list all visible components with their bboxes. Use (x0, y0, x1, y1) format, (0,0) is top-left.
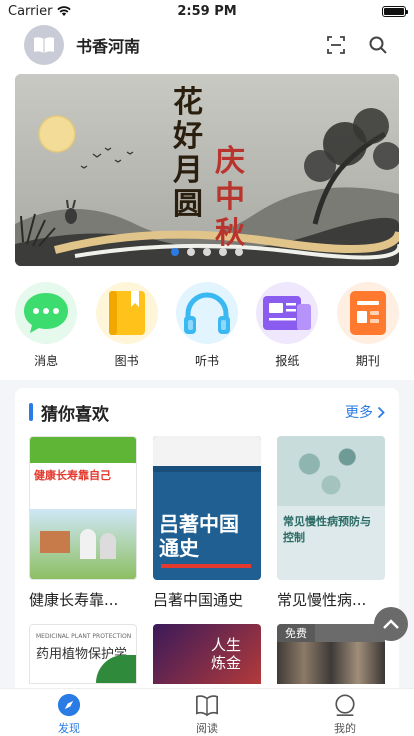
book-cover: 常见慢性病预防与控制 (277, 436, 385, 580)
category-audiobooks[interactable]: 听书 (172, 280, 242, 380)
book-title: 常见慢性病... (277, 591, 367, 609)
app-title: 书香河南 (76, 37, 141, 56)
book-cover-text: 常见慢性病预防与控制 (283, 515, 371, 544)
book-title: 吕著中国通史 (153, 591, 244, 609)
tab-label-mine: 我的 (334, 722, 356, 735)
recommend-header: 猜你喜欢 更多 (15, 388, 399, 436)
newspaper-icon (256, 282, 319, 344)
banner-dot[interactable] (203, 248, 211, 256)
status-bar: Carrier 2:59 PM (0, 0, 414, 22)
book-cover: 健康长寿靠自己 (29, 436, 137, 580)
book-card[interactable]: 吕著中国通史 吕著中国通史 (153, 436, 261, 610)
category-label-journals: 期刊 (355, 354, 380, 368)
book-cover-text: 健康长寿靠自己 (34, 469, 111, 482)
library-book-icon (34, 37, 54, 53)
banner-carousel[interactable]: 花好月圆 庆中秋 (15, 74, 399, 266)
category-journals[interactable]: 期刊 (333, 280, 403, 380)
book-card[interactable]: 常见慢性病预防与控制 常见慢性病... (277, 436, 385, 610)
category-row: 消息 图书 听书 报纸 期刊 (0, 280, 414, 380)
search-icon[interactable] (366, 33, 390, 57)
free-badge: 免费 (277, 624, 315, 642)
book-row-2: MEDICINAL PLANT PROTECTION 药用植物保护学 人生炼金 … (15, 624, 399, 684)
book-card[interactable]: MEDICINAL PLANT PROTECTION 药用植物保护学 (29, 624, 137, 684)
more-link[interactable]: 更多 (345, 402, 385, 422)
open-book-icon (196, 695, 218, 717)
battery-icon (381, 5, 408, 17)
profile-icon (335, 694, 355, 716)
headphones-icon (175, 282, 238, 344)
tab-reading[interactable]: 阅读 (162, 689, 252, 736)
chevron-up-icon (383, 619, 399, 629)
recommend-title: 猜你喜欢 (41, 404, 109, 425)
tab-label-reading: 阅读 (196, 722, 218, 735)
section-accent-bar (29, 403, 33, 421)
tab-bar: 发现 阅读 我的 (0, 688, 414, 736)
book-cover-text: 人生炼金 (211, 636, 242, 672)
compass-icon (57, 693, 81, 717)
category-newspapers[interactable]: 报纸 (252, 280, 322, 380)
carrier-label: Carrier (8, 3, 53, 19)
category-label-books: 图书 (114, 354, 139, 368)
tab-label-discover: 发现 (58, 722, 80, 735)
scan-icon[interactable] (324, 33, 348, 57)
banner-image (15, 74, 399, 266)
banner-pagination[interactable] (15, 248, 399, 256)
header: 书香河南 (0, 22, 414, 68)
banner-dot[interactable] (171, 248, 179, 256)
more-label: 更多 (345, 405, 373, 421)
status-left: Carrier (8, 4, 128, 19)
book-icon (95, 282, 158, 344)
book-card[interactable]: 人生炼金 (153, 624, 261, 684)
status-right (286, 5, 408, 17)
banner-section: 花好月圆 庆中秋 (0, 68, 414, 280)
scroll-to-top-button[interactable] (374, 607, 408, 641)
category-books[interactable]: 图书 (92, 280, 162, 380)
banner-calligraphy-2: 庆中秋 (215, 144, 245, 251)
status-time: 2:59 PM (177, 3, 237, 19)
book-cover-subtitle: MEDICINAL PLANT PROTECTION (36, 633, 132, 640)
banner-dot[interactable] (187, 248, 195, 256)
banner-dot[interactable] (219, 248, 227, 256)
banner-calligraphy-1: 花好月圆 (173, 85, 203, 222)
wifi-icon (57, 6, 72, 16)
avatar[interactable] (24, 25, 64, 65)
book-cover: MEDICINAL PLANT PROTECTION 药用植物保护学 (29, 624, 137, 684)
tab-mine[interactable]: 我的 (300, 689, 390, 736)
book-cover-text: 吕著中国通史 (159, 512, 239, 560)
journal-icon (336, 282, 399, 344)
book-cover: 吕著中国通史 (153, 436, 261, 580)
category-label-messages: 消息 (34, 354, 59, 368)
chat-icon (15, 282, 78, 344)
book-row-1: 健康长寿靠自己 健康长寿靠... 吕著中国通史 吕著中国通史 常见慢性病预防与控… (15, 436, 399, 610)
banner-dot[interactable] (235, 248, 243, 256)
chevron-right-icon (377, 406, 385, 418)
category-label-audiobooks: 听书 (194, 354, 219, 368)
tab-discover[interactable]: 发现 (24, 689, 114, 736)
book-cover: 人生炼金 (153, 624, 261, 684)
category-messages[interactable]: 消息 (11, 280, 81, 380)
book-card[interactable]: 健康长寿靠自己 健康长寿靠... (29, 436, 137, 610)
recommend-section: 猜你喜欢 更多 健康长寿靠自己 健康长寿靠... 吕著中国通史 吕著中国通史 常… (15, 388, 399, 708)
book-cover: 免费 (277, 624, 385, 684)
book-title: 健康长寿靠... (29, 591, 119, 609)
category-label-newspapers: 报纸 (275, 354, 300, 368)
book-card[interactable]: 免费 (277, 624, 385, 684)
